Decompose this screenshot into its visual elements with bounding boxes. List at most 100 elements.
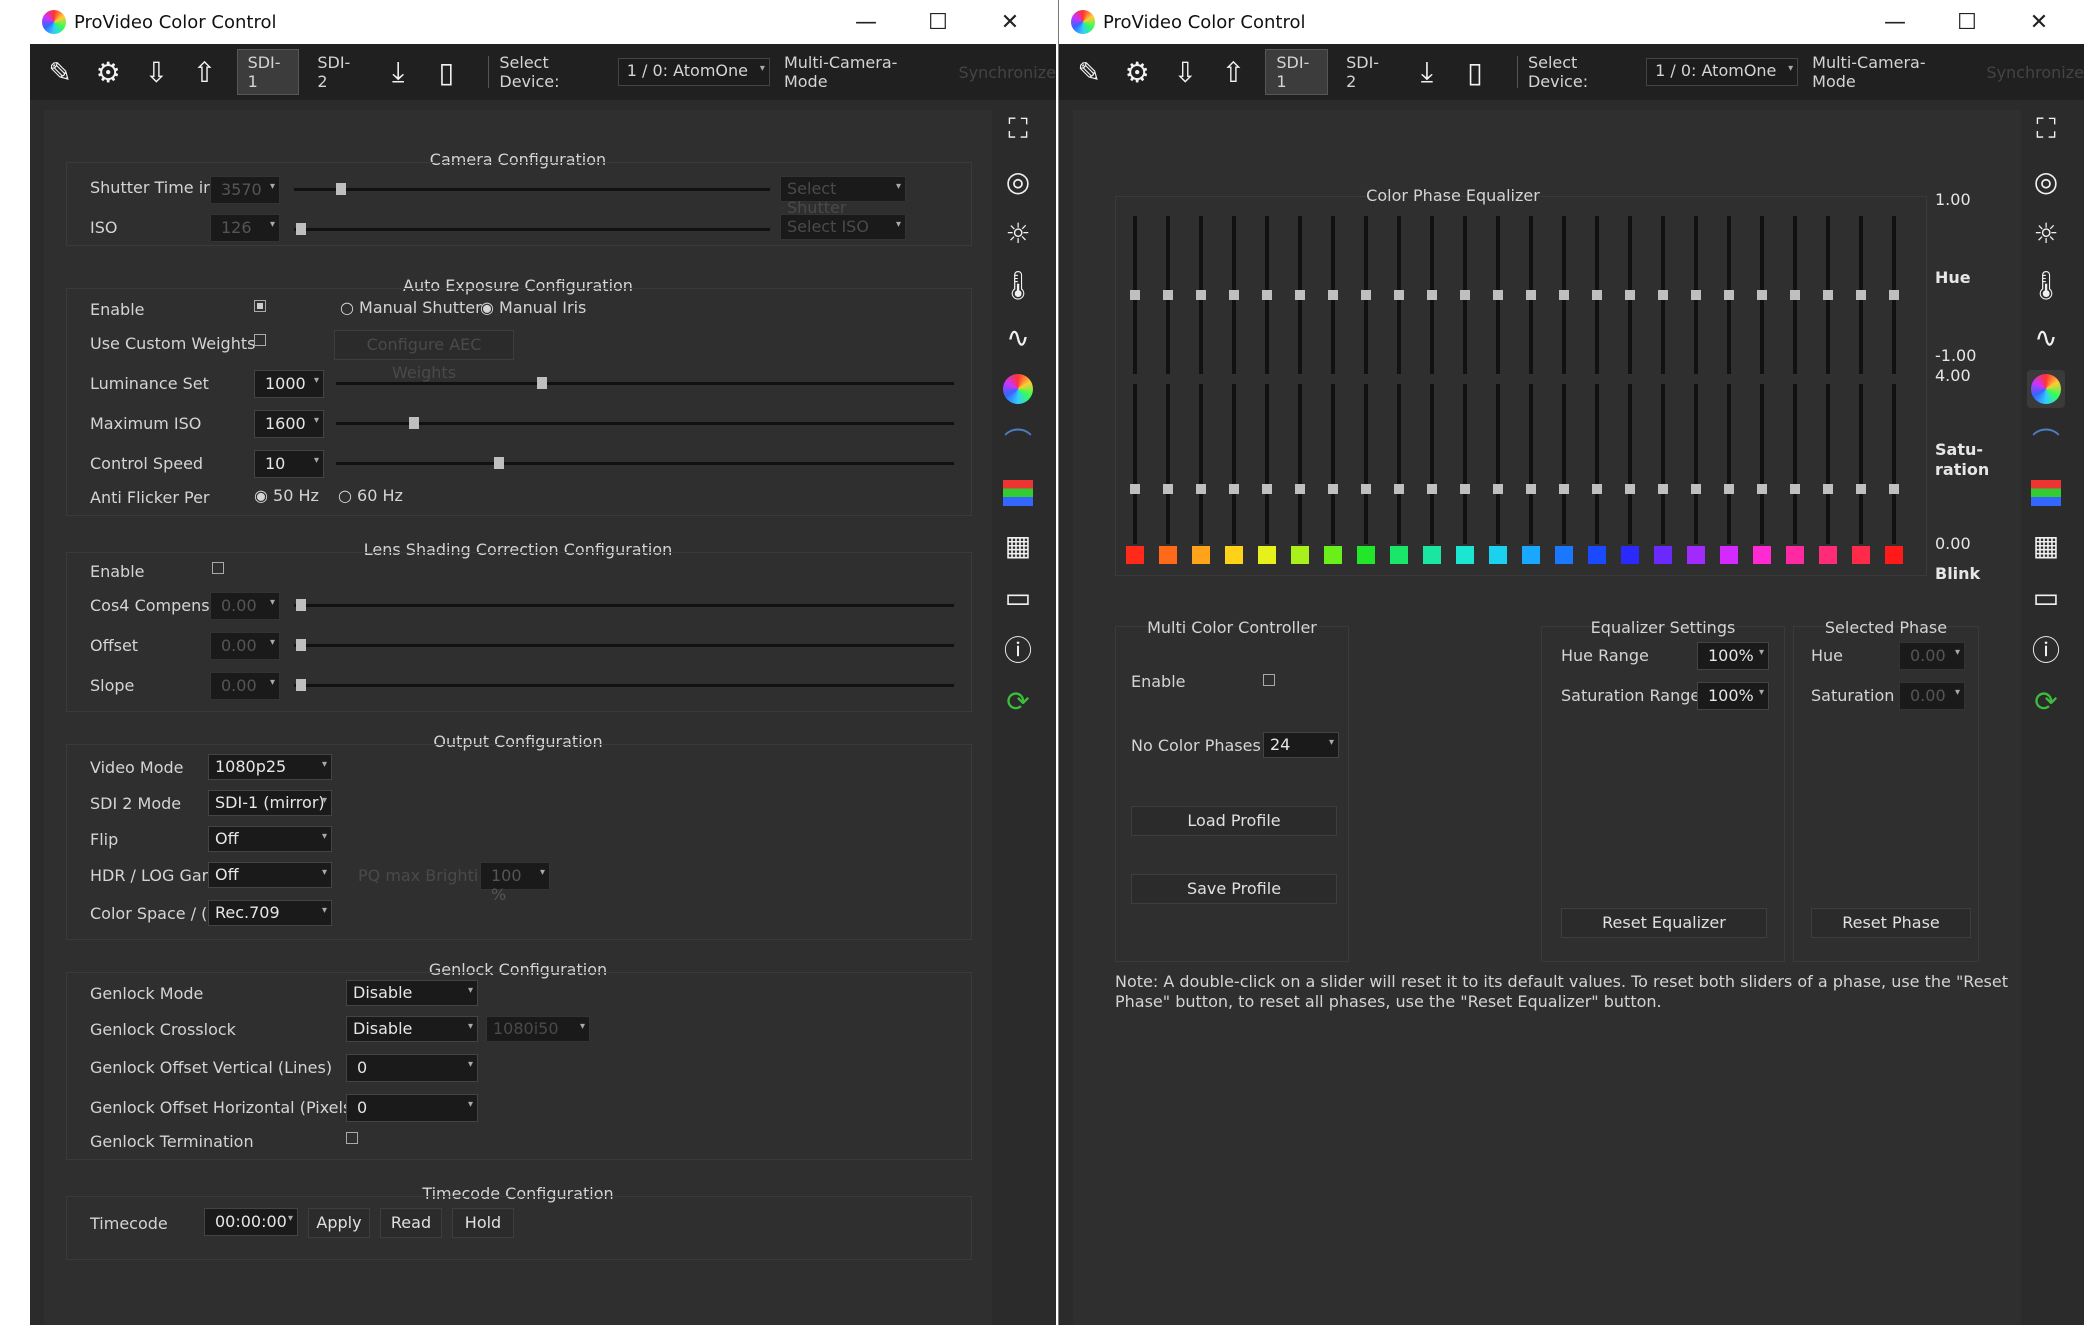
shutter-select[interactable]: Select Shutter [780, 176, 906, 217]
hue-slider[interactable] [1889, 216, 1899, 374]
saturation-slider[interactable] [1790, 384, 1800, 544]
slider-handle[interactable] [1790, 290, 1800, 300]
phase-color-swatch[interactable] [1126, 546, 1144, 564]
phase-color-swatch[interactable] [1621, 546, 1639, 564]
slider-handle[interactable] [1526, 484, 1536, 494]
video-mode-select[interactable]: 1080p25 [208, 754, 332, 780]
timecode-spin[interactable]: 00:00:00 [204, 1208, 298, 1236]
hue-slider[interactable] [1394, 216, 1404, 374]
saturation-slider[interactable] [1196, 384, 1206, 544]
hue-slider[interactable] [1691, 216, 1701, 374]
slider-handle[interactable] [409, 417, 419, 429]
save-profile-button[interactable]: Save Profile [1131, 874, 1337, 904]
slider-handle[interactable] [1427, 290, 1437, 300]
slider-handle[interactable] [494, 457, 504, 469]
slider-handle[interactable] [1262, 290, 1272, 300]
phase-color-swatch[interactable] [1324, 546, 1342, 564]
slider-handle[interactable] [1328, 290, 1338, 300]
phase-color-swatch[interactable] [1885, 546, 1903, 564]
slider-handle[interactable] [1757, 290, 1767, 300]
max-iso-spin[interactable]: 1600 [254, 410, 324, 438]
curve-icon[interactable]: ⌒ [2027, 422, 2065, 460]
info-icon[interactable]: ⓘ [999, 630, 1037, 668]
close-icon[interactable]: ✕ [974, 0, 1046, 44]
reset-phase-button[interactable]: Reset Phase [1811, 908, 1971, 938]
phase-color-swatch[interactable] [1555, 546, 1573, 564]
color-wheel-icon[interactable] [2027, 370, 2065, 408]
phase-color-swatch[interactable] [1357, 546, 1375, 564]
control-speed-slider[interactable] [336, 457, 954, 469]
phase-color-swatch[interactable] [1819, 546, 1837, 564]
lens-icon[interactable]: ◎ [999, 162, 1037, 200]
synchronize-button[interactable]: Synchronize [1986, 63, 2084, 82]
slider-handle[interactable] [1625, 484, 1635, 494]
hue-slider[interactable] [1658, 216, 1668, 374]
minimize-icon[interactable]: — [830, 0, 902, 44]
refresh-icon[interactable]: ⟳ [999, 682, 1037, 720]
hue-slider[interactable] [1493, 216, 1503, 374]
genlock-termination-checkbox[interactable] [346, 1132, 358, 1144]
slider-handle[interactable] [296, 639, 306, 651]
slider-handle[interactable] [1691, 484, 1701, 494]
curve-icon[interactable]: ⌒ [999, 422, 1037, 460]
genlock-offset-vertical-spin[interactable]: 0 [346, 1054, 478, 1082]
saturation-slider[interactable] [1328, 384, 1338, 544]
read-button[interactable]: Read [380, 1208, 442, 1238]
new-file-icon[interactable]: ▯ [430, 55, 462, 89]
luminance-spin[interactable]: 1000 [254, 370, 324, 398]
hdr-log-select[interactable]: Off [208, 862, 332, 888]
device-select[interactable]: 1 / 0: AtomOne [1646, 58, 1799, 86]
slider-handle[interactable] [296, 223, 306, 235]
cos4-slider[interactable] [294, 599, 954, 611]
hue-slider[interactable] [1328, 216, 1338, 374]
hue-slider[interactable] [1262, 216, 1272, 374]
slider-handle[interactable] [1856, 484, 1866, 494]
saturation-slider[interactable] [1163, 384, 1173, 544]
slider-handle[interactable] [1229, 484, 1239, 494]
phase-color-swatch[interactable] [1390, 546, 1408, 564]
presentation-icon[interactable]: ⛶ [999, 110, 1037, 148]
saturation-slider[interactable] [1823, 384, 1833, 544]
rgb-bars-icon[interactable] [2027, 474, 2065, 512]
reset-equalizer-button[interactable]: Reset Equalizer [1561, 908, 1767, 938]
maximize-icon[interactable]: ☐ [1931, 0, 2003, 44]
luminance-slider[interactable] [336, 377, 954, 389]
multi-camera-mode-toggle[interactable]: Multi-Camera-Mode [1812, 53, 1960, 91]
hue-slider[interactable] [1724, 216, 1734, 374]
slider-handle[interactable] [1229, 290, 1239, 300]
saturation-slider[interactable] [1526, 384, 1536, 544]
gear-icon[interactable]: ⚙ [92, 55, 124, 89]
manual-iris-radio[interactable]: ◉ Manual Iris [480, 298, 586, 317]
saturation-slider[interactable] [1361, 384, 1371, 544]
phase-saturation-spin[interactable]: 0.00 [1899, 682, 1965, 710]
saturation-slider[interactable] [1295, 384, 1305, 544]
hue-slider[interactable] [1295, 216, 1305, 374]
hue-range-spin[interactable]: 100% [1697, 642, 1769, 670]
eraser-icon[interactable]: ✎ [44, 55, 76, 89]
hue-slider[interactable] [1757, 216, 1767, 374]
slider-handle[interactable] [1790, 484, 1800, 494]
slider-handle[interactable] [1493, 290, 1503, 300]
slider-handle[interactable] [1658, 290, 1668, 300]
brightness-icon[interactable]: ☼ [2027, 214, 2065, 252]
slope-slider[interactable] [294, 679, 954, 691]
color-phases-select[interactable]: 24 [1263, 732, 1339, 758]
slider-handle[interactable] [1823, 290, 1833, 300]
saturation-slider[interactable] [1130, 384, 1140, 544]
genlock-mode-select[interactable]: Disable [346, 980, 478, 1006]
phase-color-swatch[interactable] [1687, 546, 1705, 564]
genlock-crosslock-select[interactable]: Disable [346, 1016, 478, 1042]
phase-color-swatch[interactable] [1753, 546, 1771, 564]
slider-handle[interactable] [1361, 484, 1371, 494]
slider-handle[interactable] [1592, 290, 1602, 300]
slider-handle[interactable] [1295, 484, 1305, 494]
configure-aec-weights-button[interactable]: Configure AEC Weights [334, 330, 514, 382]
saturation-slider[interactable] [1559, 384, 1569, 544]
phase-color-swatch[interactable] [1159, 546, 1177, 564]
slider-handle[interactable] [1493, 484, 1503, 494]
refresh-icon[interactable]: ⟳ [2027, 682, 2065, 720]
hue-slider[interactable] [1790, 216, 1800, 374]
phase-color-swatch[interactable] [1852, 546, 1870, 564]
slider-handle[interactable] [1163, 290, 1173, 300]
presentation-icon[interactable]: ⛶ [2027, 110, 2065, 148]
